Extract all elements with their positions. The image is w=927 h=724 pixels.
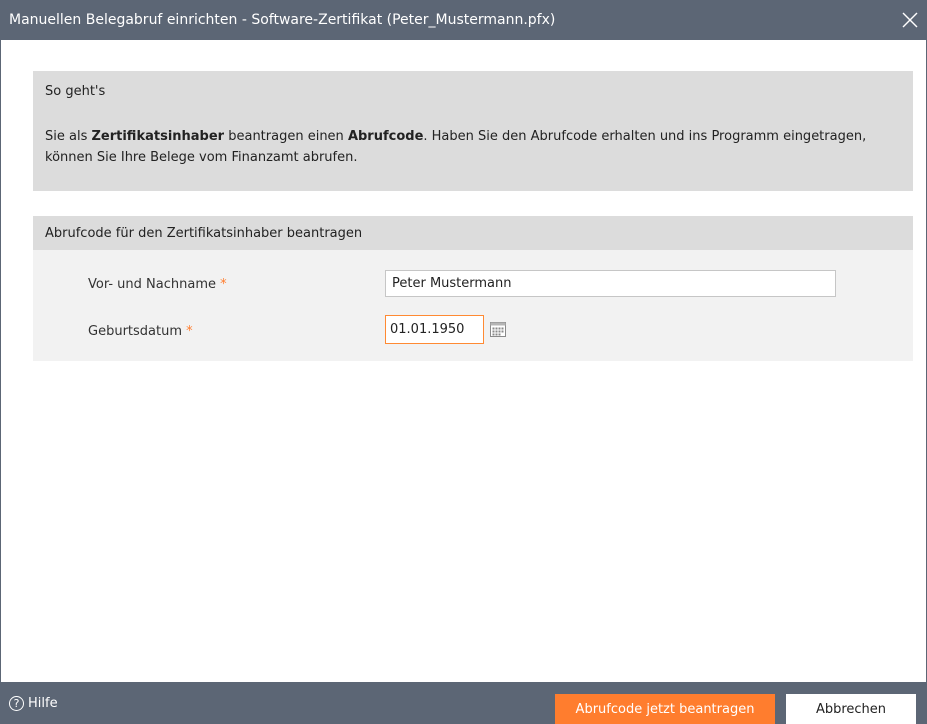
help-icon: ? (9, 695, 24, 711)
name-label-text: Vor- und Nachname (88, 277, 216, 292)
name-input[interactable] (385, 270, 836, 297)
help-link[interactable]: ? Hilfe (9, 682, 58, 724)
birthdate-input[interactable] (385, 315, 484, 344)
info-text-part: Sie als (45, 129, 92, 144)
section-header: Abrufcode für den Zertifikatsinhaber bea… (33, 216, 913, 250)
form-section: Vor- und Nachname * Geburtsdatum * (33, 250, 913, 361)
help-label: Hilfe (28, 695, 58, 711)
info-text: Sie als Zertifikatsinhaber beantragen ei… (45, 126, 899, 168)
info-bold-retrieval-code: Abrufcode (347, 129, 424, 144)
calendar-icon (490, 322, 506, 337)
info-title: So geht's (45, 84, 106, 99)
close-button[interactable] (893, 0, 927, 40)
request-code-button[interactable]: Abrufcode jetzt beantragen (555, 694, 775, 724)
calendar-button[interactable] (487, 317, 509, 341)
birthdate-label-text: Geburtsdatum (88, 324, 182, 339)
window-titlebar: Manuellen Belegabruf einrichten - Softwa… (0, 0, 927, 40)
section-title: Abrufcode für den Zertifikatsinhaber bea… (45, 225, 363, 241)
window-border-left (0, 40, 1, 682)
dialog-footer: ? Hilfe Abrufcode jetzt beantragen Abbre… (0, 682, 927, 724)
info-panel: So geht's Sie als Zertifikatsinhaber bea… (33, 71, 913, 191)
window-title: Manuellen Belegabruf einrichten - Softwa… (9, 12, 556, 28)
close-icon (902, 12, 918, 28)
name-label: Vor- und Nachname * (88, 277, 227, 292)
required-marker: * (186, 324, 193, 339)
required-marker: * (220, 277, 227, 292)
info-text-part: beantragen einen (224, 129, 348, 144)
birthdate-label: Geburtsdatum * (88, 324, 193, 339)
info-bold-certificate-holder: Zertifikatsinhaber (91, 129, 225, 144)
cancel-button[interactable]: Abbrechen (786, 694, 916, 724)
